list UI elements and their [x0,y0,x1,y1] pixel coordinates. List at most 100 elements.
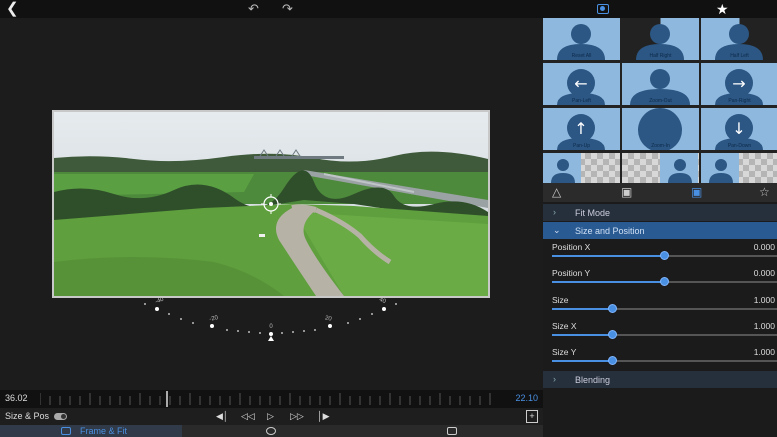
bottom-tab-bar: Frame & Fit [0,425,543,437]
slider-fill [552,255,665,257]
param-name: Position Y [552,268,591,278]
top-toolbar: ❮ ↶ ↷ ★ [0,0,777,18]
rotation-dial[interactable]: -40 -20 0 20 40 [0,18,543,390]
dial-tick-label: 20 [324,315,332,322]
param-value[interactable]: 0.000 [754,242,775,252]
dial-tick-label: -40 [154,296,165,305]
param-slider-row: Size Y 1.000 [543,345,777,371]
slider-track[interactable] [552,334,777,336]
slider-knob[interactable] [659,277,669,286]
play-icon[interactable]: ▷ [267,410,274,423]
undo-icon[interactable]: ↶ [248,1,259,17]
preset-label: Pan-Up [573,143,590,149]
keyframe-toggle[interactable] [54,413,67,420]
svg-text:↓: ↓ [732,119,745,138]
keyframe-track-label: Size & Pos [5,411,50,421]
section-size-position[interactable]: ⌄ Size and Position [543,222,777,239]
video-viewer[interactable]: -40 -20 0 20 40 [0,18,543,390]
section-fit-mode[interactable]: › Fit Mode [543,204,777,221]
dial-tick-label: -20 [209,315,219,323]
frame-fit-icon[interactable]: ▣ [691,185,702,200]
timeline-scrubber[interactable]: 36.02 22.10 [0,390,543,408]
star-icon[interactable]: ★ [716,1,729,17]
param-name: Size Y [552,347,577,357]
preset-tile[interactable] [543,153,620,183]
step-back-icon[interactable]: ◁◁ [241,410,255,423]
slider-fill [552,308,613,310]
dial-tick-label: 40 [378,297,387,305]
export-icon[interactable] [447,427,457,435]
preset-label: Reset All [571,53,592,59]
slider-knob[interactable] [659,251,669,260]
svg-text:→: → [732,74,745,93]
param-slider-row: Position X 0.000 [543,240,777,266]
crop-icon[interactable]: ▣ [621,185,632,200]
chevron-right-icon: › [553,374,556,384]
preset-tile[interactable]: ← Pan-Left [543,63,620,105]
param-name: Size X [552,321,577,331]
param-slider-row: Size 1.000 [543,293,777,319]
preset-tile[interactable]: Half Left [701,18,777,60]
slider-track[interactable] [552,360,777,362]
param-value[interactable]: 0.000 [754,268,775,278]
preset-label: Half Left [730,53,749,59]
current-time: 36.02 [5,393,28,403]
skip-start-icon[interactable]: ◀│ [216,410,229,423]
speedometer-icon[interactable] [266,427,276,435]
tab-frame-fit-label: Frame & Fit [80,426,128,436]
warning-icon[interactable]: △ [552,185,561,200]
param-value[interactable]: 1.000 [754,347,775,357]
dial-tick-label: 0 [269,324,273,330]
preset-label: Pan-Right [728,98,751,104]
redo-icon[interactable]: ↷ [282,1,293,17]
add-keyframe-icon[interactable]: + [526,410,538,423]
chevron-left-icon[interactable]: ❮ [6,1,19,17]
step-forward-icon[interactable]: ▷▷ [290,410,304,423]
slider-knob[interactable] [607,356,617,365]
preset-tile[interactable]: Zoom-Out [622,63,699,105]
preset-grid: Reset All Half Right Half Left ← Pan-Left Zoo… [543,18,777,183]
preset-label: Zoom-In [651,143,670,149]
svg-text:←: ← [574,74,587,93]
param-value[interactable]: 1.000 [754,321,775,331]
tab-frame-fit[interactable]: Frame & Fit [0,425,182,437]
frame-fit-icon[interactable] [597,4,609,14]
slider-fill [552,281,665,283]
skip-end-icon[interactable]: │▶ [317,410,330,423]
slider-fill [552,334,613,336]
preset-label: Pan-Down [727,143,752,149]
app-window: ❮ ↶ ↷ ★ -40 -20 0 20 40 36.02 22.10 Size… [0,0,777,437]
preset-tile[interactable]: ↓ Pan-Down [701,108,777,150]
timeline-ticks[interactable] [40,390,500,408]
chevron-down-icon: ⌄ [553,225,561,235]
inspector-tab-row: △ ▣ ▣ ☆ [543,183,777,202]
preset-tile[interactable] [701,153,777,183]
section-title: Fit Mode [575,208,611,218]
svg-text:↑: ↑ [574,119,587,138]
transport-bar: Size & Pos ◀│ ◁◁ ▷ ▷▷ │▶ + [0,408,543,425]
param-name: Position X [552,242,591,252]
slider-knob[interactable] [607,304,617,313]
preset-tile[interactable]: ↑ Pan-Up [543,108,620,150]
preset-label: Zoom-Out [649,98,672,104]
preset-label: Pan-Left [572,98,591,104]
preset-tile[interactable] [622,153,699,183]
star-icon[interactable]: ☆ [759,185,770,200]
preset-tile[interactable]: Reset All [543,18,620,60]
preset-tile[interactable]: Half Right [622,18,699,60]
slider-fill [552,360,613,362]
param-name: Size [552,295,569,305]
section-title: Size and Position [575,226,645,236]
param-slider-row: Position Y 0.000 [543,266,777,292]
end-time: 22.10 [515,393,538,403]
frame-fit-icon [61,427,71,435]
preset-tile[interactable]: → Pan-Right [701,63,777,105]
inspector-panel: Reset All Half Right Half Left ← Pan-Left Zoo… [543,18,777,437]
dial-pointer-icon [268,336,274,341]
slider-track[interactable] [552,308,777,310]
preset-tile[interactable]: Zoom-In [622,108,699,150]
param-value[interactable]: 1.000 [754,295,775,305]
slider-knob[interactable] [607,330,617,339]
section-blending[interactable]: › Blending [543,371,777,388]
preset-label: Half Right [649,53,672,59]
